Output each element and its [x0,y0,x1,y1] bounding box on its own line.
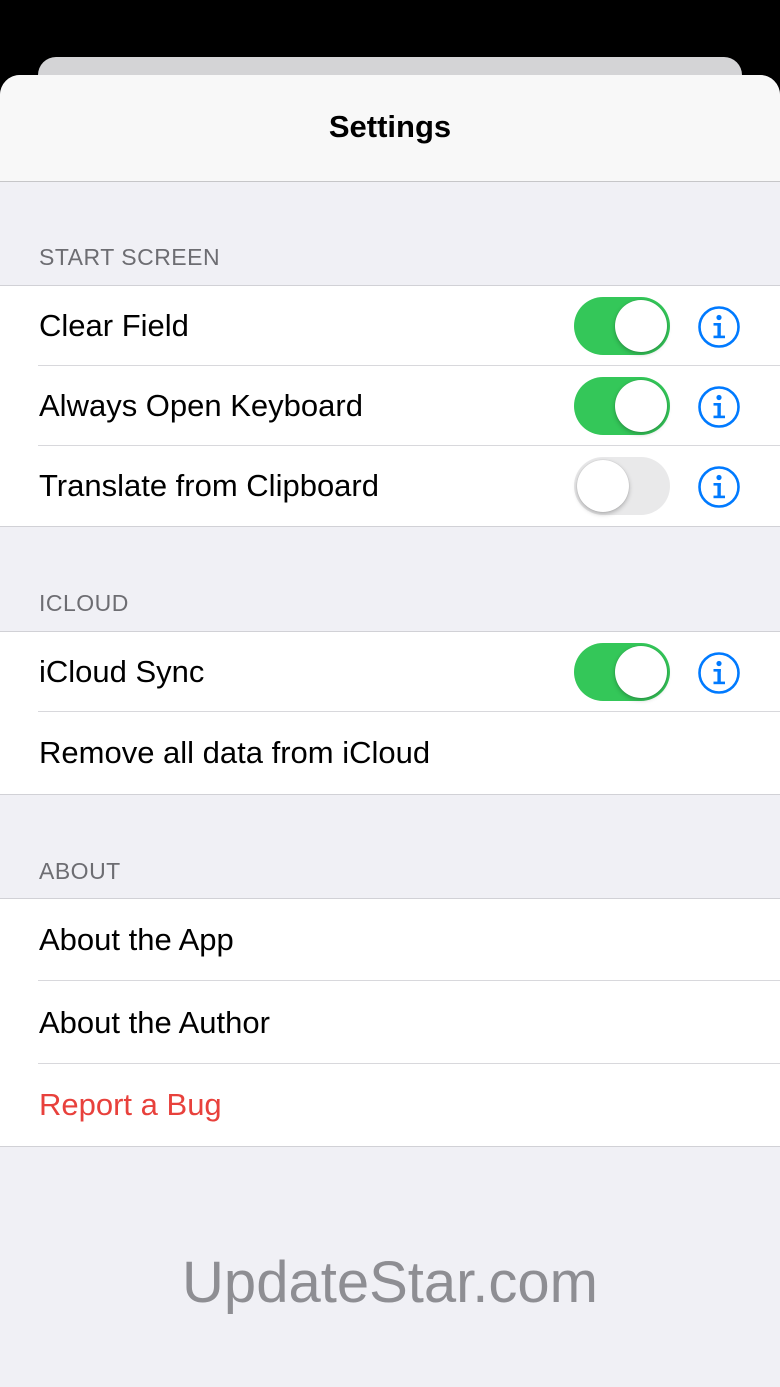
icloud-group: iCloud Sync Remove all data from iCloud [0,631,780,795]
info-circle-icon[interactable] [697,385,741,429]
toggle-knob [577,460,629,512]
setting-label: About the App [39,922,234,957]
settings-sheet: Settings START SCREEN Clear Field Always… [0,75,780,1387]
about-the-author-row[interactable]: About the Author [0,981,780,1064]
page-title: Settings [328,109,452,144]
start-screen-group: Clear Field Always Open Keyboard Transla… [0,285,780,527]
about-the-app-row[interactable]: About the App [0,899,780,981]
setting-row-translate-from-clipboard: Translate from Clipboard [0,446,780,526]
report-a-bug-row[interactable]: Report a Bug [0,1064,780,1146]
section-header-start-screen: START SCREEN [39,244,221,270]
setting-label: Remove all data from iCloud [39,735,431,770]
setting-label: iCloud Sync [39,654,205,689]
setting-row-always-open-keyboard: Always Open Keyboard [0,366,780,446]
info-circle-icon[interactable] [697,305,741,349]
info-circle-icon[interactable] [697,651,741,695]
setting-label: Translate from Clipboard [39,468,379,503]
setting-label: Clear Field [39,308,189,343]
icloud-sync-toggle[interactable] [574,643,670,701]
toggle-knob [615,300,667,352]
toggle-knob [615,646,667,698]
about-group: About the App About the Author Report a … [0,898,780,1147]
toggle-knob [615,380,667,432]
remove-icloud-data-row[interactable]: Remove all data from iCloud [0,712,780,794]
navigation-bar: Settings [0,75,780,182]
watermark: UpdateStar.com [182,1250,598,1315]
setting-row-icloud-sync: iCloud Sync [0,632,780,712]
clear-field-toggle[interactable] [574,297,670,355]
setting-label: Report a Bug [39,1087,222,1122]
section-header-about: ABOUT [39,858,121,884]
info-circle-icon[interactable] [697,465,741,509]
always-open-keyboard-toggle[interactable] [574,377,670,435]
translate-from-clipboard-toggle[interactable] [574,457,670,515]
setting-label: About the Author [39,1005,270,1040]
setting-label: Always Open Keyboard [39,388,363,423]
section-header-icloud: ICLOUD [39,590,129,616]
setting-row-clear-field: Clear Field [0,286,780,366]
